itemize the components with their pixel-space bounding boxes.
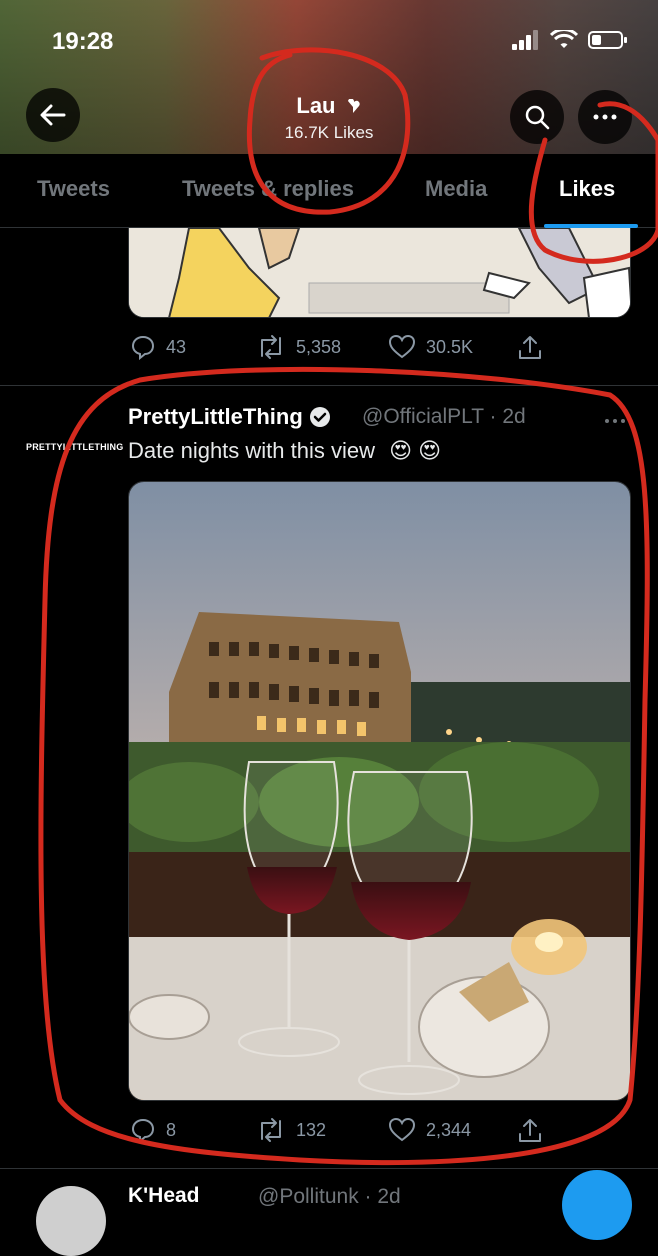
tweet-author[interactable]: PrettyLittleThing — [128, 404, 331, 430]
status-time: 19:28 — [52, 28, 114, 55]
tweet-divider — [0, 1168, 658, 1169]
reply-icon — [131, 335, 155, 360]
tab-tweets[interactable]: Tweets — [37, 176, 110, 202]
retweet-button[interactable]: 132 — [256, 1117, 326, 1143]
tweet-handle-time: @OfficialPLT · 2d — [362, 405, 526, 428]
like-button[interactable]: 2,344 — [388, 1117, 471, 1143]
next-tweet-author[interactable]: K'Head — [128, 1184, 200, 1208]
status-icons — [512, 30, 628, 50]
prev-retweet-button[interactable]: 5,358 — [256, 334, 341, 360]
plt-avatar-logo[interactable]: PRETTYLITTLETHING — [26, 442, 123, 452]
prev-like-count: 30.5K — [426, 336, 474, 357]
tweet-photo[interactable] — [128, 481, 631, 1101]
profile-name-text: Lau — [296, 93, 336, 118]
tab-tweets-replies[interactable]: Tweets & replies — [182, 176, 354, 202]
tweet-body: Date nights with this view — [128, 438, 375, 463]
share-icon — [519, 1119, 541, 1142]
verified-badge-icon — [309, 407, 330, 427]
share-button[interactable] — [516, 1117, 544, 1145]
cartoon-image — [129, 228, 630, 317]
next-tweet-handle-time: @Pollitunk · 2d — [258, 1185, 401, 1208]
like-count: 2,344 — [426, 1119, 472, 1140]
retweet-count: 132 — [296, 1119, 327, 1140]
previous-tweet-media[interactable] — [128, 228, 631, 318]
search-button[interactable] — [510, 90, 564, 144]
reply-button[interactable]: 8 — [130, 1117, 176, 1143]
tweet-more-button[interactable] — [604, 404, 626, 430]
more-dots-icon — [593, 114, 617, 120]
heart-icon — [388, 1117, 416, 1142]
compose-tweet-button[interactable] — [562, 1170, 632, 1240]
colosseum-dinner-photo — [129, 482, 630, 1100]
tweet-divider — [0, 385, 658, 386]
signal-icon — [512, 30, 538, 50]
prev-reply-count: 43 — [166, 336, 187, 357]
more-options-button[interactable] — [578, 90, 632, 144]
next-tweet-avatar[interactable] — [36, 1186, 106, 1256]
search-icon — [525, 105, 550, 130]
prev-like-button[interactable]: 30.5K — [388, 334, 473, 360]
retweet-icon — [261, 335, 281, 359]
profile-header: 19:28 Lau 16.7K Likes — [0, 0, 658, 154]
profile-tabs: Tweets Tweets & replies Media Likes — [0, 154, 658, 228]
more-dots-icon — [605, 419, 625, 423]
prev-share-button[interactable] — [516, 334, 544, 362]
tweet-text: Date nights with this view 😍 😍 — [128, 438, 441, 464]
retweet-icon — [261, 1118, 281, 1142]
prev-retweet-count: 5,358 — [296, 336, 342, 357]
reply-icon — [131, 1118, 155, 1143]
share-icon — [519, 336, 541, 359]
tab-media[interactable]: Media — [425, 176, 487, 202]
reply-count: 8 — [166, 1119, 177, 1140]
battery-icon — [588, 31, 627, 49]
tab-likes[interactable]: Likes — [559, 176, 615, 202]
tweet-author-name: PrettyLittleThing — [128, 404, 303, 429]
heart-icon — [388, 334, 416, 359]
tweet-emoji: 😍 😍 — [389, 438, 442, 463]
wifi-icon — [550, 30, 578, 48]
heart-emoji-icon — [347, 98, 360, 114]
prev-reply-button[interactable]: 43 — [130, 334, 186, 360]
